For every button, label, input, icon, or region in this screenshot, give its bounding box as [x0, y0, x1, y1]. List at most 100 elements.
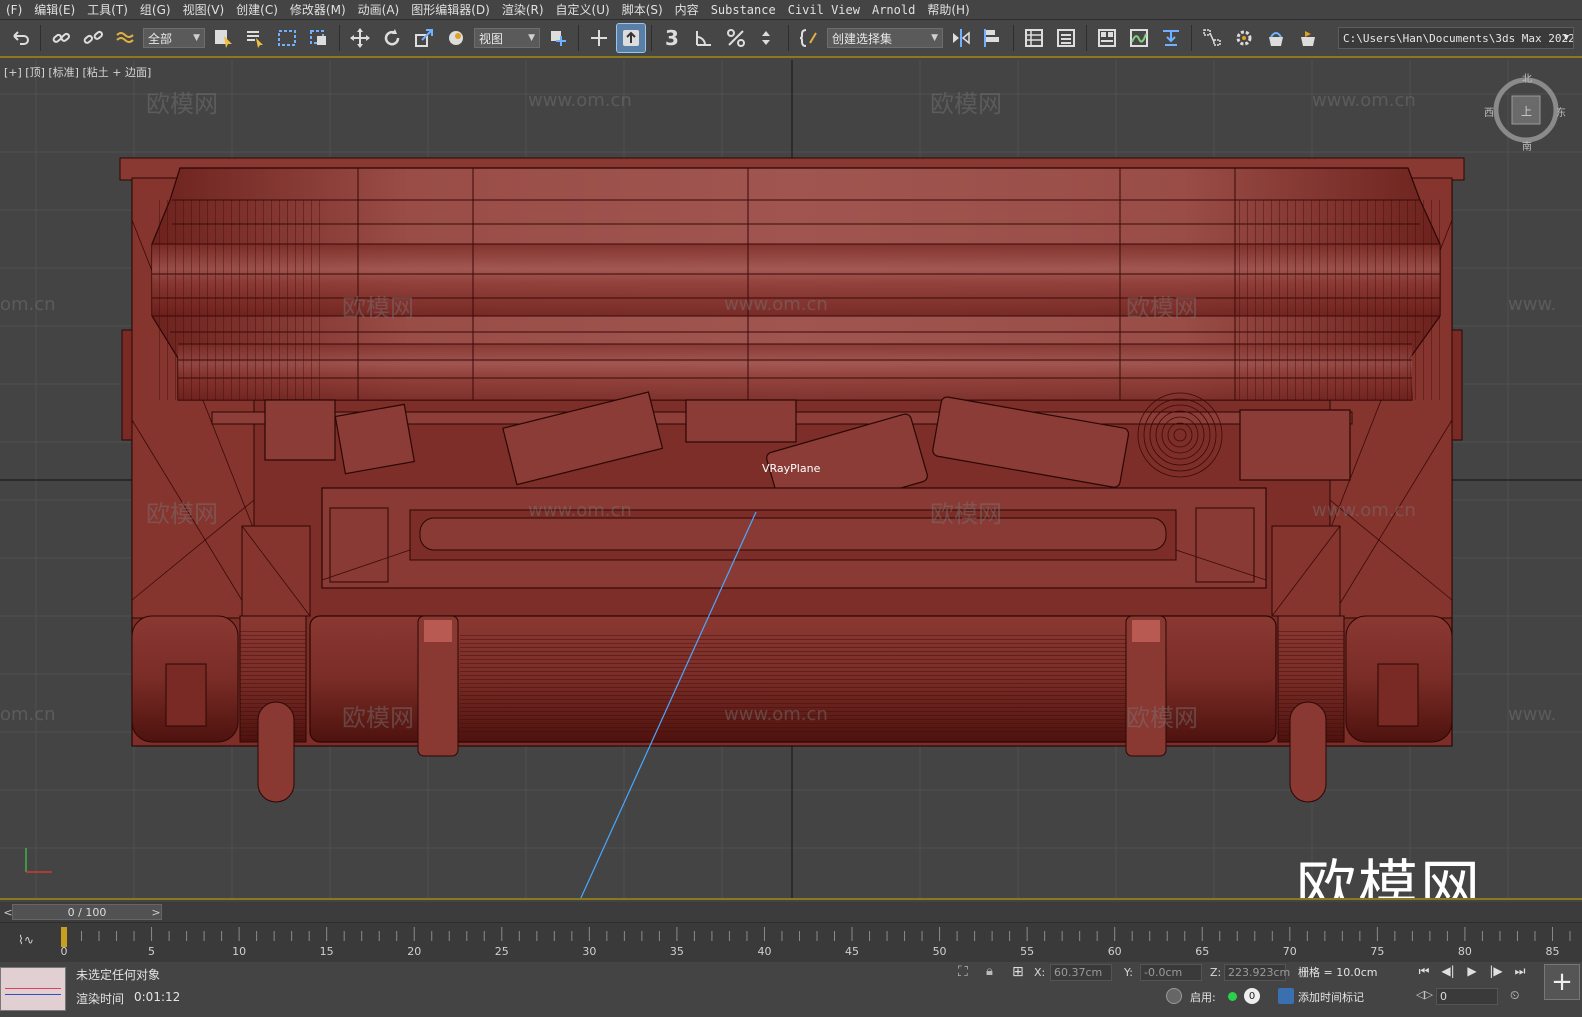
isolate-selection-icon[interactable]: ⛶: [958, 964, 968, 980]
track-tick-label: 60: [1108, 945, 1122, 958]
track-tick-label: 35: [670, 945, 684, 958]
link-icon[interactable]: [47, 24, 75, 52]
reference-coord-dropdown[interactable]: 视图 ▼: [474, 28, 540, 48]
menu-item[interactable]: 内容: [669, 0, 705, 20]
viewcube-west[interactable]: 西: [1484, 104, 1494, 119]
track-ruler[interactable]: 0 5 10 15 20 25 30 35 40 45 50 55 60 65 70 75 80 85: [58, 923, 1578, 963]
menu-item[interactable]: 自定义(U): [550, 0, 616, 20]
menu-item[interactable]: 渲染(R): [496, 0, 550, 20]
keyboard-shortcut-icon[interactable]: [616, 23, 646, 53]
place-icon[interactable]: [442, 24, 470, 52]
curve-editor-icon[interactable]: [1125, 24, 1153, 52]
current-frame-marker[interactable]: [61, 927, 67, 947]
render-setup-icon[interactable]: [1230, 24, 1258, 52]
object-label[interactable]: VRayPlane: [762, 462, 820, 475]
rect-region-icon[interactable]: [273, 24, 301, 52]
chevron-down-icon: ▼: [528, 33, 535, 43]
menu-item[interactable]: 视图(V): [177, 0, 231, 20]
play-icon[interactable]: ▶: [1462, 964, 1482, 978]
named-selection-dropdown[interactable]: 创建选择集 ▼: [827, 28, 943, 48]
menu-item[interactable]: 脚本(S): [616, 0, 669, 20]
pivot-icon[interactable]: [544, 24, 572, 52]
lock-selection-icon[interactable]: 🔒︎: [986, 964, 993, 979]
mirror-icon[interactable]: [947, 24, 975, 52]
scene-explorer-icon[interactable]: [1020, 24, 1048, 52]
rendered-frame-icon[interactable]: [1262, 24, 1290, 52]
adaptive-degradation-icon[interactable]: [1166, 988, 1182, 1004]
viewcube[interactable]: 北 南 西 东 上: [1484, 74, 1566, 153]
menu-item[interactable]: 组(G): [134, 0, 177, 20]
menu-item[interactable]: Substance: [705, 0, 782, 20]
track-tick-label: 75: [1370, 945, 1384, 958]
menu-item[interactable]: Civil View: [782, 0, 866, 20]
reference-coord-value: 视图: [479, 31, 504, 46]
time-slider-next-button[interactable]: >: [150, 905, 162, 919]
unlink-icon[interactable]: [79, 24, 107, 52]
window-crossing-icon[interactable]: [305, 24, 333, 52]
rotate-icon[interactable]: [378, 24, 406, 52]
track-bar[interactable]: ⌇∿ 0 5 10 15 20 25 30 35 40 45 50 55 60 65 70 75 80 85: [0, 922, 1582, 962]
dope-sheet-icon[interactable]: [1157, 24, 1185, 52]
track-tick-label: 5: [148, 945, 155, 958]
menu-item[interactable]: 图形编辑器(D): [405, 0, 496, 20]
undo-icon[interactable]: [6, 24, 34, 52]
percent-snap-icon[interactable]: [722, 24, 750, 52]
viewcube-south[interactable]: 南: [1522, 138, 1532, 153]
snap-3d-icon[interactable]: 3: [658, 24, 686, 52]
viewcube-face-top[interactable]: 上: [1521, 103, 1532, 119]
menu-item[interactable]: 编辑(E): [28, 0, 81, 20]
viewcube-north[interactable]: 北: [1522, 70, 1532, 85]
angle-snap-icon[interactable]: [690, 24, 718, 52]
menu-item[interactable]: 帮助(H): [921, 0, 975, 20]
z-coord-field[interactable]: 223.923cm: [1224, 964, 1290, 981]
add-viewport-button[interactable]: +: [1544, 964, 1580, 1000]
previous-frame-icon[interactable]: ◀︎|: [1438, 964, 1458, 978]
brand-logo: 欧模网: [1296, 854, 1482, 900]
spinner-snap-icon[interactable]: [754, 24, 782, 52]
selection-message: 未选定任何对象: [76, 968, 161, 982]
curve-editor-toggle-icon[interactable]: ⌇∿: [18, 933, 40, 949]
menu-item[interactable]: 工具(T): [81, 0, 134, 20]
menu-item[interactable]: 修改器(M): [284, 0, 352, 20]
render-production-icon[interactable]: [1294, 24, 1322, 52]
absolute-mode-icon[interactable]: ⊞: [1012, 964, 1024, 980]
ribbon-icon[interactable]: [1093, 24, 1121, 52]
menu-item[interactable]: 动画(A): [352, 0, 406, 20]
move-icon[interactable]: [346, 24, 374, 52]
x-coord-field[interactable]: 60.37cm: [1050, 964, 1112, 981]
edit-named-selection-icon[interactable]: [795, 24, 823, 52]
y-coord-field[interactable]: -0.0cm: [1140, 964, 1202, 981]
viewcube-east[interactable]: 东: [1556, 104, 1566, 119]
add-time-tag-button[interactable]: 添加时间标记: [1298, 989, 1364, 1005]
scale-icon[interactable]: [410, 24, 438, 52]
key-mode-icon[interactable]: ◁▷: [1416, 988, 1433, 1001]
viewport-label[interactable]: [+] [顶] [标准] [粘土 + 边面]: [4, 64, 151, 80]
select-object-icon[interactable]: [209, 24, 237, 52]
sofa-model[interactable]: [119, 157, 1465, 803]
top-viewport[interactable]: [+] [顶] [标准] [粘土 + 边面] 欧模网 www.om.cn 欧模网…: [0, 60, 1582, 900]
maxscript-mini-listener[interactable]: [0, 967, 66, 1011]
project-path-dropdown[interactable]: C:\Users\Han\Documents\3ds Max 2022 ▼: [1338, 27, 1574, 49]
current-frame-field[interactable]: 0: [1436, 988, 1498, 1005]
schematic-view-icon[interactable]: [1198, 24, 1226, 52]
chevron-down-icon: ▼: [193, 33, 200, 43]
next-frame-icon[interactable]: |▶︎: [1486, 964, 1506, 978]
time-tag-icon[interactable]: [1278, 988, 1294, 1004]
menu-item[interactable]: (F): [0, 0, 28, 20]
align-icon[interactable]: [979, 24, 1007, 52]
select-by-name-icon[interactable]: [241, 24, 269, 52]
track-tick-label: 85: [1545, 945, 1559, 958]
menu-item[interactable]: 创建(C): [230, 0, 284, 20]
time-slider[interactable]: < 0 / 100 >: [0, 902, 1582, 922]
time-slider-thumb[interactable]: 0 / 100: [12, 904, 162, 920]
time-config-icon[interactable]: ⏲: [1510, 988, 1519, 1003]
menu-item[interactable]: Arnold: [866, 0, 921, 20]
go-to-end-icon[interactable]: ⏭: [1510, 964, 1530, 979]
bind-space-warp-icon[interactable]: [111, 24, 139, 52]
track-tick-label: 40: [757, 945, 771, 958]
select-manipulate-icon[interactable]: [585, 24, 613, 52]
selection-filter-dropdown[interactable]: 全部 ▼: [143, 28, 205, 48]
named-selection-value: 创建选择集: [832, 31, 893, 46]
go-to-start-icon[interactable]: ⏮: [1414, 964, 1434, 979]
layer-explorer-icon[interactable]: [1052, 24, 1080, 52]
